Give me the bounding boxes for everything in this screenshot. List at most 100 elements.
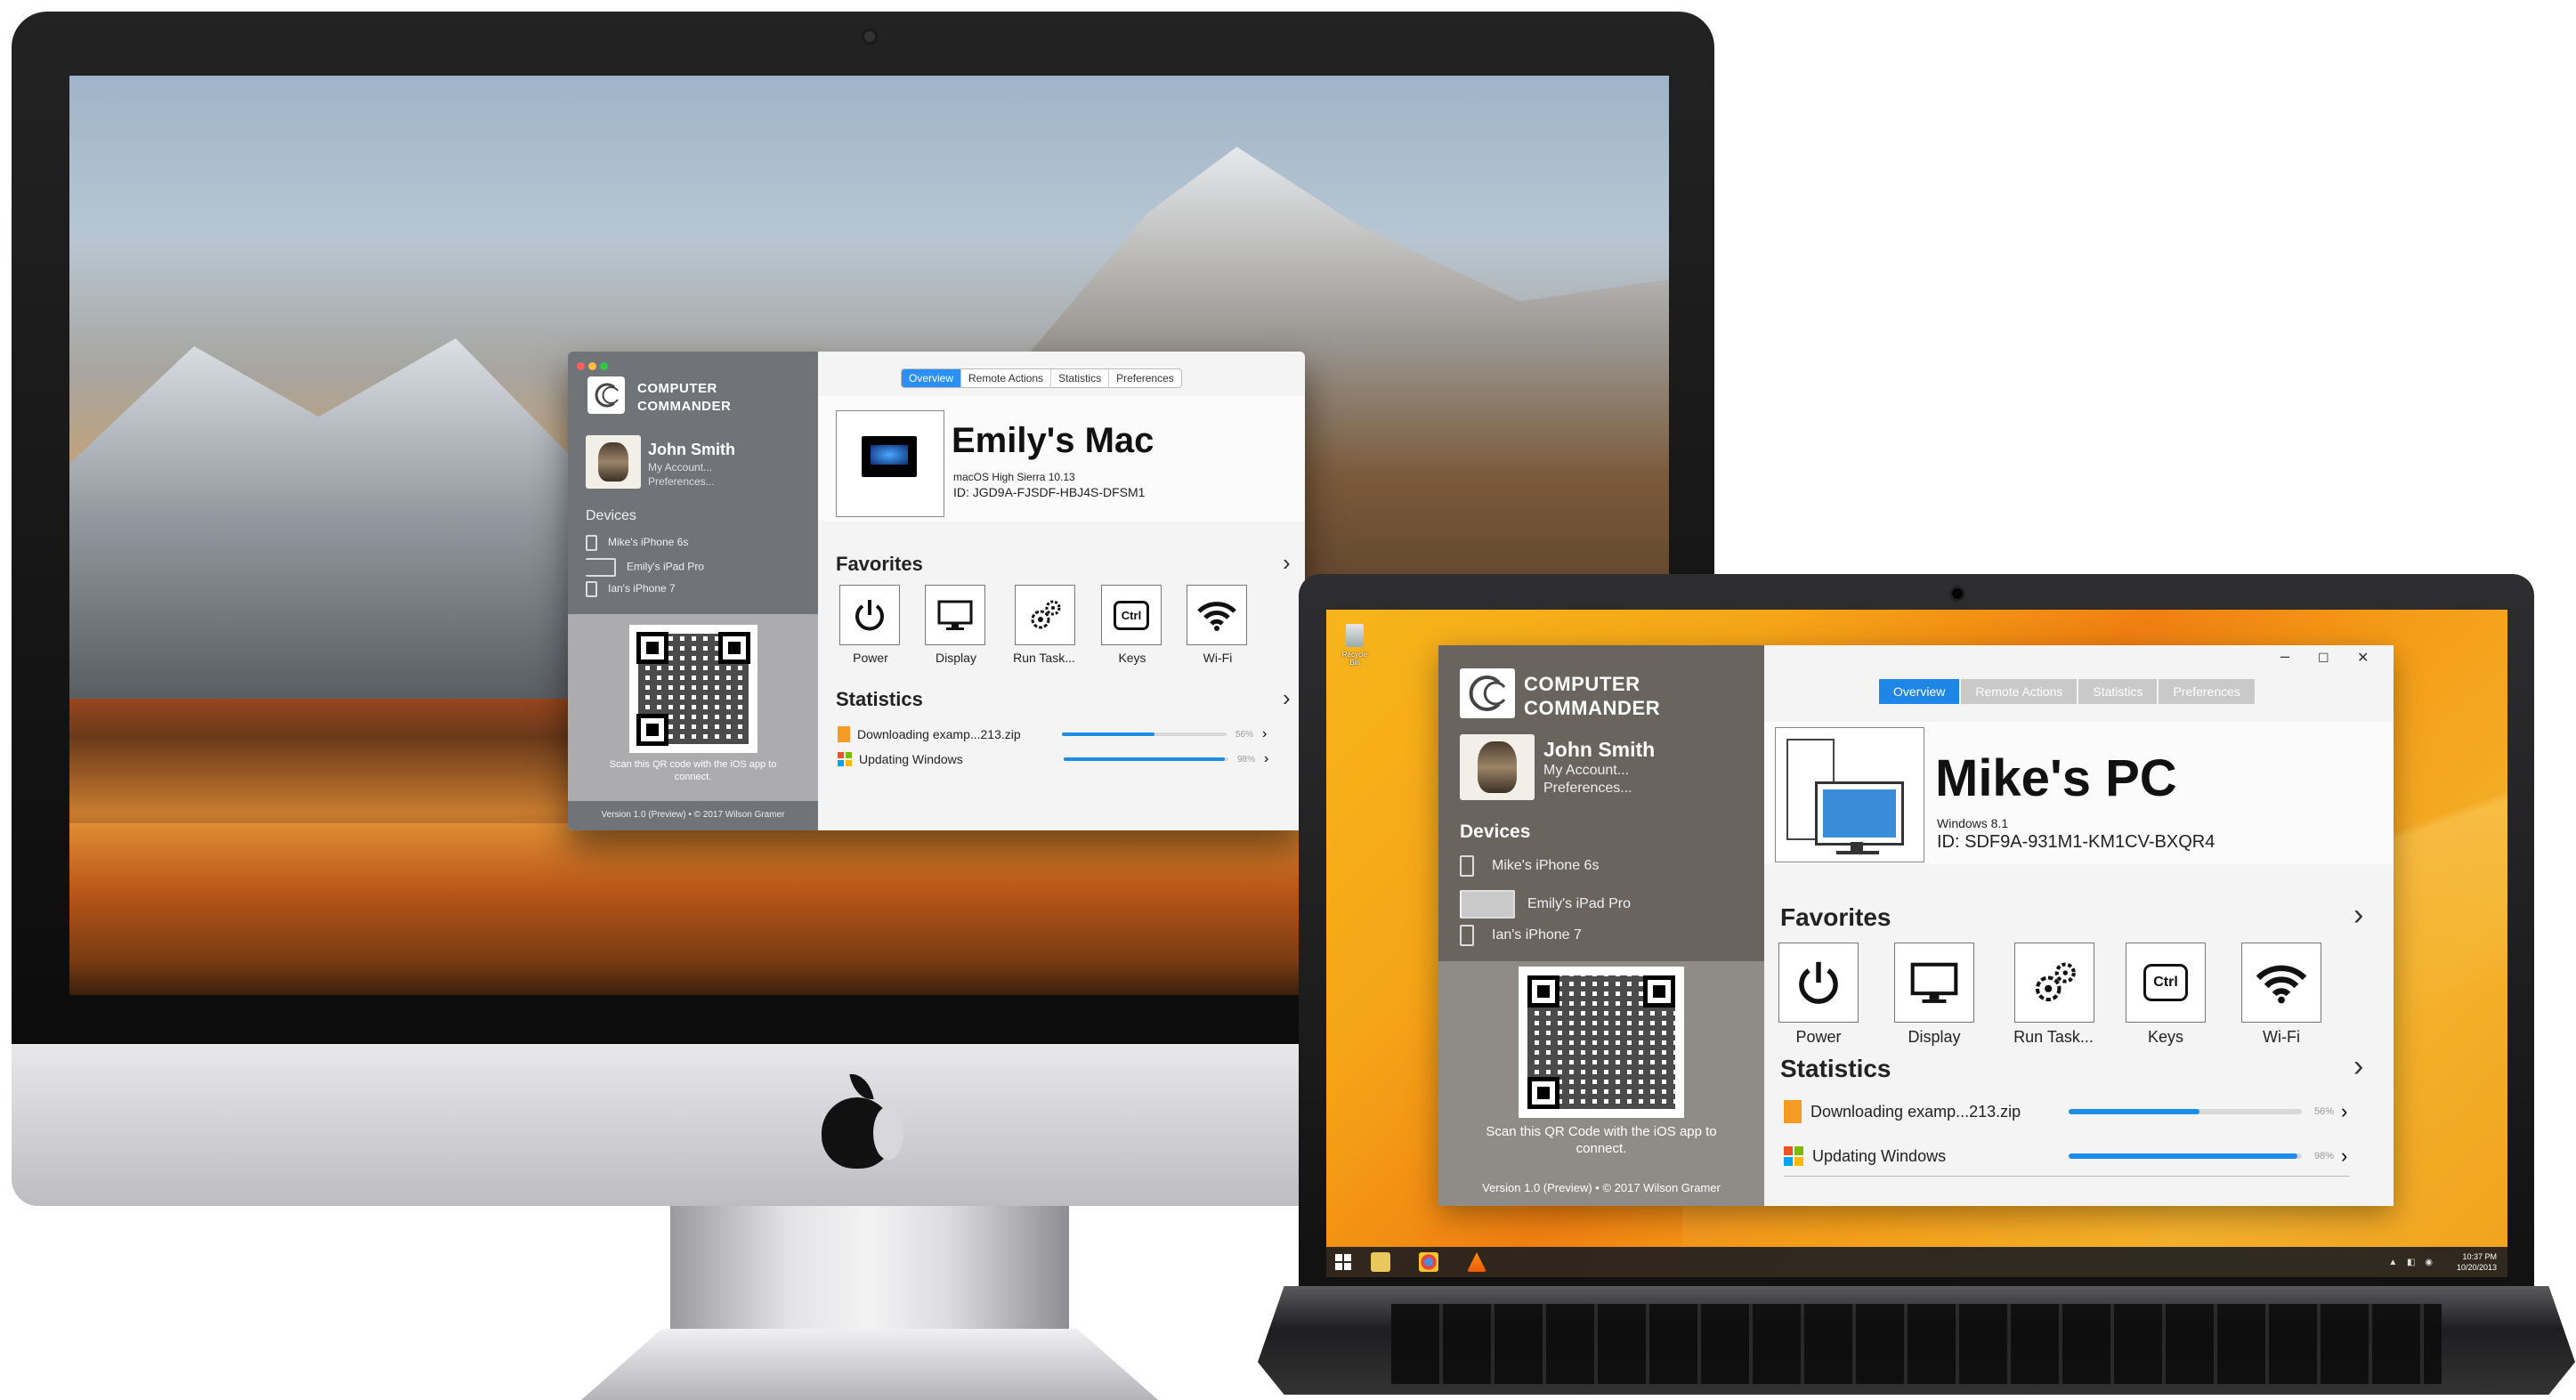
device-label: Mike's iPhone 6s bbox=[608, 536, 689, 549]
avatar[interactable] bbox=[1460, 734, 1535, 800]
stat-row-download[interactable]: Downloading examp...213.zip 56% › bbox=[1784, 1099, 2362, 1124]
favorite-power[interactable]: Power bbox=[839, 585, 902, 665]
app-brand: COMPUTER COMMANDER bbox=[1524, 672, 1660, 720]
monitor-icon bbox=[1815, 781, 1904, 846]
minimize-button[interactable] bbox=[588, 362, 596, 370]
stat-row-update[interactable]: Updating Windows 98% › bbox=[1784, 1144, 2362, 1169]
avatar[interactable] bbox=[586, 435, 641, 489]
favorite-run-task[interactable]: Run Task... bbox=[1009, 585, 1080, 665]
recycle-bin-label: Recycle Bin bbox=[1341, 651, 1368, 667]
device-os: macOS High Sierra 10.13 bbox=[953, 471, 1075, 483]
tab-preferences[interactable]: Preferences bbox=[2157, 679, 2255, 704]
traffic-lights bbox=[577, 359, 612, 375]
laptop-keyboard bbox=[1391, 1304, 2442, 1384]
main-pane: Overview Remote Actions Statistics Prefe… bbox=[818, 352, 1305, 830]
tab-overview[interactable]: Overview bbox=[902, 369, 961, 387]
file-explorer-icon[interactable] bbox=[1371, 1252, 1390, 1272]
tablet-icon bbox=[586, 558, 616, 577]
sidebar: COMPUTER COMMANDER John Smith My Account… bbox=[1438, 645, 1764, 1206]
favorite-label: Keys bbox=[2147, 1028, 2184, 1046]
maximize-button[interactable]: ☐ bbox=[2318, 651, 2329, 666]
tablet-icon bbox=[1460, 890, 1515, 918]
stat-row-download[interactable]: Downloading examp...213.zip 56% › bbox=[838, 725, 1292, 743]
vlc-icon[interactable] bbox=[1467, 1252, 1486, 1272]
imac-stand bbox=[670, 1206, 1069, 1339]
app-logo-icon bbox=[587, 376, 625, 414]
phone-icon bbox=[586, 581, 597, 597]
sidebar-item-device[interactable]: Emily's iPad Pro bbox=[586, 558, 704, 577]
favorite-label: Display bbox=[1908, 1028, 1961, 1046]
device-id: ID: JGD9A-FJSDF-HBJ4S-DFSM1 bbox=[953, 485, 1146, 499]
chrome-icon[interactable] bbox=[1419, 1252, 1438, 1272]
tab-preferences[interactable]: Preferences bbox=[1108, 369, 1181, 387]
close-button[interactable] bbox=[577, 362, 585, 370]
windows-logo-icon bbox=[838, 752, 852, 766]
stat-percent: 56% bbox=[2313, 1106, 2334, 1117]
sidebar-item-device[interactable]: Ian's iPhone 7 bbox=[1460, 925, 1582, 946]
my-account-link[interactable]: My Account... bbox=[648, 461, 712, 473]
statistics-chevron-icon[interactable]: › bbox=[2353, 1049, 2363, 1084]
keyboard-key-icon: Ctrl bbox=[1101, 585, 1162, 645]
recycle-bin-icon bbox=[1346, 624, 1364, 647]
gears-icon bbox=[1015, 585, 1075, 645]
favorite-run-task[interactable]: Run Task... bbox=[2006, 943, 2101, 1047]
favorite-wifi[interactable]: Wi-Fi bbox=[1187, 585, 1249, 665]
favorite-label: Keys bbox=[1118, 651, 1146, 665]
device-label: Emily's iPad Pro bbox=[627, 560, 704, 573]
sidebar-item-device[interactable]: Emily's iPad Pro bbox=[1460, 890, 1631, 918]
sidebar-item-device[interactable]: Mike's iPhone 6s bbox=[586, 535, 688, 551]
qr-code bbox=[629, 625, 757, 753]
progress-bar bbox=[2069, 1109, 2302, 1114]
tab-remote-actions[interactable]: Remote Actions bbox=[960, 369, 1050, 387]
close-button[interactable]: ✕ bbox=[2357, 649, 2369, 667]
preferences-link[interactable]: Preferences... bbox=[1543, 781, 1632, 797]
minimize-button[interactable]: – bbox=[2280, 647, 2289, 666]
favorite-keys[interactable]: Ctrl Keys bbox=[2126, 943, 2206, 1047]
version-text: Version 1.0 (Preview) • © 2017 Wilson Gr… bbox=[1482, 1181, 1721, 1194]
progress-bar bbox=[1064, 757, 1228, 761]
devices-heading: Devices bbox=[1460, 821, 1531, 842]
sidebar-item-device[interactable]: Mike's iPhone 6s bbox=[1460, 855, 1599, 877]
windows-desktop: Recycle Bin COMPUTER COMMANDER John Smit… bbox=[1326, 610, 2507, 1277]
progress-fill bbox=[2069, 1153, 2297, 1159]
favorites-heading: Favorites bbox=[836, 553, 923, 575]
start-button[interactable] bbox=[1335, 1254, 1351, 1270]
tab-overview[interactable]: Overview bbox=[1877, 679, 1960, 704]
chevron-right-icon: › bbox=[2341, 1145, 2348, 1167]
laptop-device: Recycle Bin COMPUTER COMMANDER John Smit… bbox=[1258, 574, 2575, 1395]
favorite-display[interactable]: Display bbox=[925, 585, 987, 665]
favorites-chevron-icon[interactable]: › bbox=[1283, 549, 1291, 577]
clock-date: 10/20/2013 bbox=[2456, 1263, 2497, 1272]
zoom-button[interactable] bbox=[600, 362, 608, 370]
tab-remote-actions[interactable]: Remote Actions bbox=[1959, 679, 2078, 704]
sidebar-item-device[interactable]: Ian's iPhone 7 bbox=[586, 581, 676, 597]
chevron-right-icon: › bbox=[2341, 1100, 2348, 1122]
favorite-power[interactable]: Power bbox=[1778, 943, 1859, 1047]
taskbar-clock[interactable]: 10:37 PM 10/20/2013 bbox=[2457, 1251, 2497, 1273]
user-name: John Smith bbox=[648, 441, 735, 458]
tab-statistics[interactable]: Statistics bbox=[2077, 679, 2158, 704]
preferences-link[interactable]: Preferences... bbox=[648, 475, 715, 488]
favorite-wifi[interactable]: Wi-Fi bbox=[2241, 943, 2321, 1047]
ctrl-key-glyph: Ctrl bbox=[2143, 964, 2188, 1001]
favorite-keys[interactable]: Ctrl Keys bbox=[1101, 585, 1163, 665]
my-account-link[interactable]: My Account... bbox=[1543, 763, 1629, 779]
windows-logo-icon bbox=[1784, 1146, 1803, 1166]
keyboard-key-icon: Ctrl bbox=[2126, 943, 2206, 1023]
wifi-icon bbox=[1187, 585, 1247, 645]
system-tray[interactable]: ▲ ◧ ◉ bbox=[2388, 1258, 2436, 1267]
mac-app-window: COMPUTER COMMANDER John Smith My Account… bbox=[568, 352, 1305, 830]
brand-line2: COMMANDER bbox=[1524, 697, 1661, 719]
favorite-display[interactable]: Display bbox=[1894, 943, 1974, 1047]
stat-label: Updating Windows bbox=[859, 752, 963, 766]
recycle-bin[interactable]: Recycle Bin bbox=[1339, 620, 1371, 667]
stat-row-update[interactable]: Updating Windows 98% › bbox=[838, 750, 1292, 768]
favorite-label: Power bbox=[1795, 1028, 1842, 1046]
favorites-chevron-icon[interactable]: › bbox=[2353, 898, 2363, 933]
device-os: Windows 8.1 bbox=[1937, 816, 2009, 830]
zip-file-icon bbox=[838, 726, 850, 742]
progress-bar bbox=[2069, 1153, 2302, 1159]
device-thumbnail bbox=[1775, 727, 1924, 862]
tab-statistics[interactable]: Statistics bbox=[1050, 369, 1108, 387]
favorite-label: Wi-Fi bbox=[2263, 1028, 2300, 1046]
